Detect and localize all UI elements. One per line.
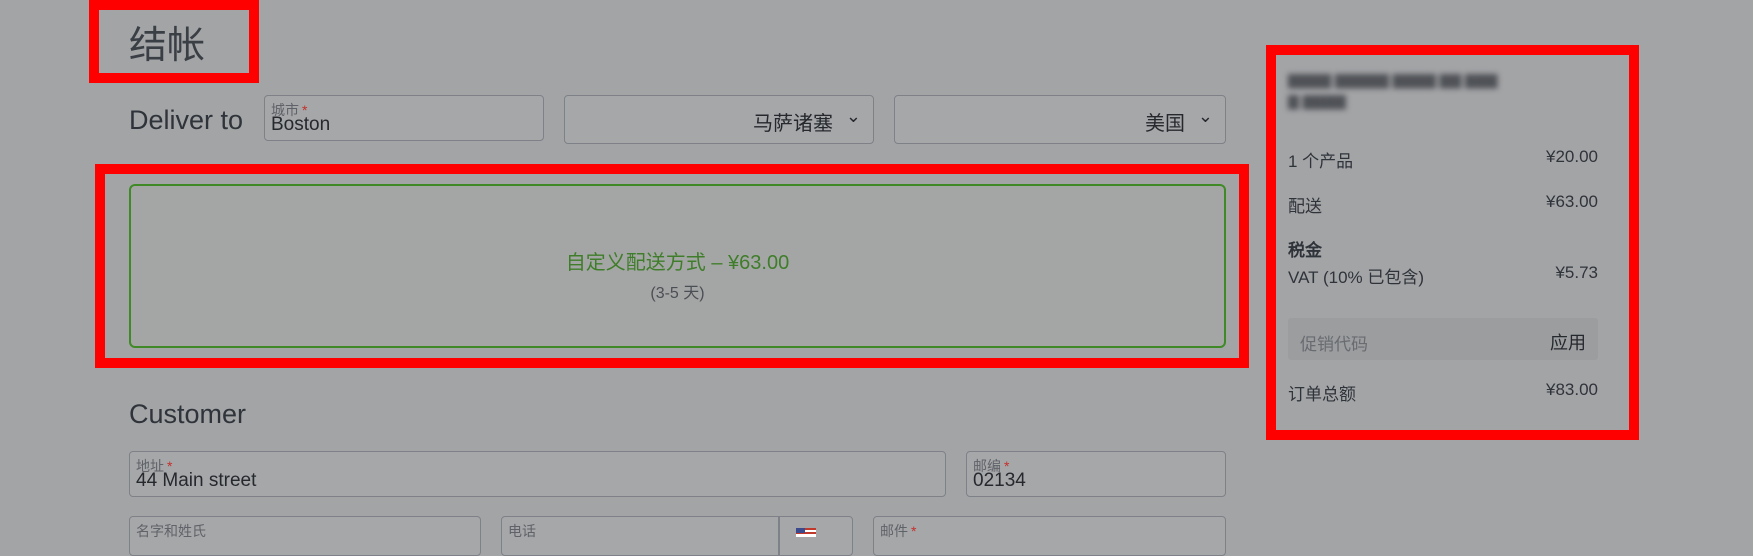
customer-heading: Customer [129,399,247,429]
order-total-value: ¥83.00 [1546,380,1598,399]
summary-shipping-row: 配送 ¥63.00 [1288,192,1598,217]
zip-field[interactable]: 邮编 * 02134 [966,451,1226,497]
country-select[interactable]: 美国 ⌄ [894,95,1226,144]
vat-label: VAT (10% 已包含) [1288,268,1425,287]
shipping-method-days: (3-5 天) [650,285,705,302]
blurred-product-name: ▇▇▇▇ ▇▇▇▇▇ ▇▇▇▇ ▇▇ ▇▇▇ ▇ ▇▇▇▇ [1288,72,1498,109]
chevron-down-icon: ⌄ [845,106,861,126]
summary-total-row: 订单总额 ¥83.00 [1288,380,1598,405]
address-value: 44 Main street [136,470,257,491]
phone-field[interactable]: 电话 [501,516,779,556]
promo-code-input[interactable]: 促销代码 [1300,330,1368,355]
city-field[interactable]: 城市 * Boston [264,95,544,141]
state-select[interactable]: 马萨诸塞 ⌄ [564,95,874,144]
products-subtotal: ¥20.00 [1546,147,1598,166]
summary-vat-row: VAT (10% 已包含) ¥5.73 [1288,263,1598,288]
order-total-label: 订单总额 [1288,385,1356,404]
country-value: 美国 [1145,113,1185,135]
city-value: Boston [271,114,331,135]
phone-label: 电话 [508,523,536,539]
name-label: 名字和姓氏 [136,523,206,539]
shipping-method-option[interactable]: 自定义配送方式 – ¥63.00 (3-5 天) [129,184,1226,348]
email-field[interactable]: 邮件 * [873,516,1226,556]
state-value: 马萨诸塞 [753,113,833,135]
shipping-label: 配送 [1288,197,1322,216]
shipping-cost: ¥63.00 [1546,192,1598,211]
address-field[interactable]: 地址 * 44 Main street [129,451,946,497]
name-field[interactable]: 名字和姓氏 [129,516,481,556]
chevron-down-icon: ⌄ [1197,106,1213,126]
promo-code-group: 促销代码 应用 [1288,318,1598,360]
deliver-heading: Deliver to [129,105,244,135]
zip-value: 02134 [973,470,1026,491]
page-title: 结帐 [129,25,206,67]
shipping-method-name: 自定义配送方式 – ¥63.00 [565,252,790,274]
vat-value: ¥5.73 [1555,263,1598,282]
phone-country-select[interactable] [779,516,853,556]
apply-promo-button[interactable]: 应用 [1550,329,1586,355]
us-flag-icon [796,528,816,537]
summary-products-row: 1 个产品 ¥20.00 [1288,147,1598,172]
products-count-label: 1 个产品 [1288,152,1354,171]
tax-heading: 税金 [1288,241,1322,260]
